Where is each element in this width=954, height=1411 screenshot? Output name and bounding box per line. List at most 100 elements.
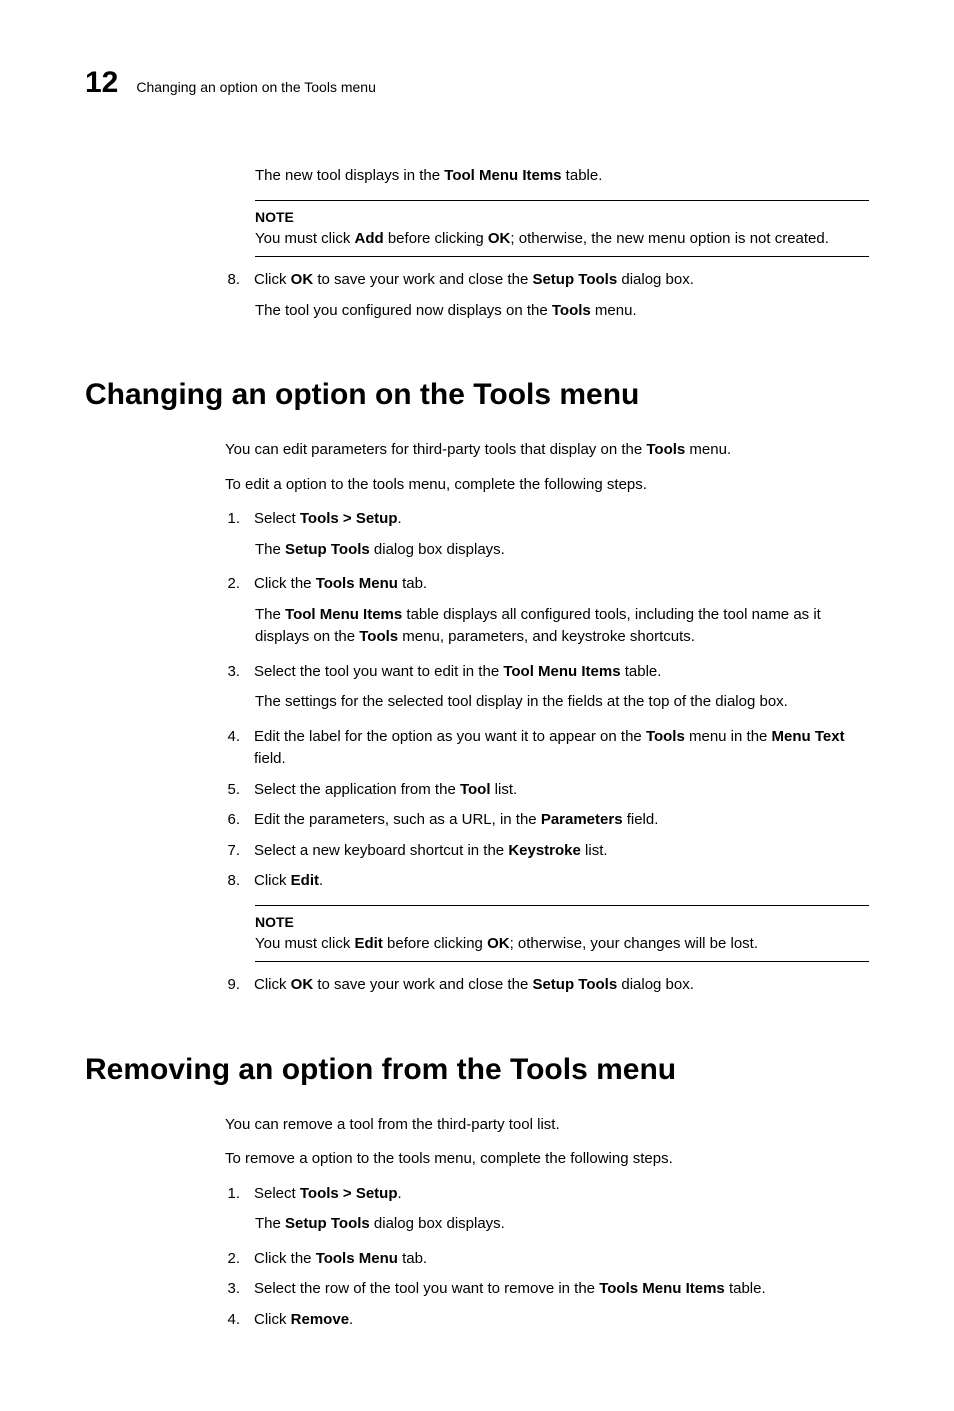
list-number: 9. [220, 974, 240, 997]
t: OK [487, 935, 510, 952]
list-item: 8. Click Edit. [220, 870, 869, 893]
sub-line: The settings for the selected tool displ… [255, 691, 869, 714]
list-number: 1. [220, 1183, 240, 1206]
list-content: Click Remove. [254, 1309, 869, 1332]
note-label: NOTE [255, 912, 869, 933]
t: Tool Menu Items [285, 606, 402, 623]
t: . [398, 510, 402, 527]
note-block: NOTE You must click Add before clicking … [255, 200, 869, 258]
t: Tools [552, 302, 591, 319]
sub-line: The Setup Tools dialog box displays. [255, 1213, 869, 1236]
t: Select [254, 510, 300, 527]
note-block: NOTE You must click Edit before clicking… [255, 905, 869, 963]
t: . [319, 872, 323, 889]
para: To remove a option to the tools menu, co… [225, 1148, 869, 1171]
list-number: 8. [220, 269, 240, 292]
t: Tools Menu Items [599, 1280, 725, 1297]
t: The [255, 606, 285, 623]
t: Keystroke [508, 842, 581, 859]
t: Setup Tools [532, 976, 617, 993]
t: Click [254, 976, 291, 993]
list-item: 3. Select the tool you want to edit in t… [220, 661, 869, 684]
list-item: 2. Click the Tools Menu tab. [220, 1248, 869, 1271]
t: menu, parameters, and keystroke shortcut… [398, 628, 695, 645]
list-number: 7. [220, 840, 240, 863]
t: Click [254, 271, 291, 288]
t: OK [291, 976, 314, 993]
t: Tool Menu Items [503, 663, 620, 680]
page-number: 12 [85, 60, 118, 105]
t: list. [581, 842, 608, 859]
list-content: Click Edit. [254, 870, 869, 893]
t: Setup Tools [532, 271, 617, 288]
list-content: Select a new keyboard shortcut in the Ke… [254, 840, 869, 863]
t: . [349, 1311, 353, 1328]
t: table. [621, 663, 662, 680]
t: to save your work and close the [313, 271, 532, 288]
list-item: 5. Select the application from the Tool … [220, 779, 869, 802]
list-item: 4. Edit the label for the option as you … [220, 726, 869, 771]
para: You can edit parameters for third-party … [225, 439, 869, 462]
t: Setup Tools [285, 541, 370, 558]
list-content: Select Tools > Setup. [254, 508, 869, 531]
list-number: 3. [220, 1278, 240, 1301]
t: ; otherwise, your changes will be lost. [510, 935, 758, 952]
t: menu in the [685, 728, 772, 745]
t: OK [291, 271, 314, 288]
note-label: NOTE [255, 207, 869, 228]
list-content: Click OK to save your work and close the… [254, 269, 869, 292]
t: The [255, 1215, 285, 1232]
list-item: 9. Click OK to save your work and close … [220, 974, 869, 997]
t: before clicking [383, 935, 487, 952]
list-content: Select the application from the Tool lis… [254, 779, 869, 802]
t: Select the row of the tool you want to r… [254, 1280, 599, 1297]
t: Tool [460, 781, 491, 798]
t: field. [623, 811, 659, 828]
list-content: Select Tools > Setup. [254, 1183, 869, 1206]
section-heading: Removing an option from the Tools menu [85, 1047, 869, 1092]
list-content: Select the row of the tool you want to r… [254, 1278, 869, 1301]
running-title: Changing an option on the Tools menu [136, 77, 375, 98]
list-item: 4. Click Remove. [220, 1309, 869, 1332]
list-item: 2. Click the Tools Menu tab. [220, 573, 869, 596]
list-content: Edit the label for the option as you wan… [254, 726, 869, 771]
t: OK [488, 230, 511, 247]
t: list. [491, 781, 518, 798]
para: To edit a option to the tools menu, comp… [225, 474, 869, 497]
sub-line: The tool you configured now displays on … [255, 300, 869, 323]
t: dialog box. [617, 976, 694, 993]
list-number: 5. [220, 779, 240, 802]
t: to save your work and close the [313, 976, 532, 993]
t: Tools [646, 441, 685, 458]
list-item: 3. Select the row of the tool you want t… [220, 1278, 869, 1301]
t: Tools [646, 728, 685, 745]
list-number: 4. [220, 1309, 240, 1332]
t: Edit [291, 872, 319, 889]
t: Tool Menu Items [444, 167, 561, 184]
t: . [398, 1185, 402, 1202]
t: Tools > Setup [300, 1185, 398, 1202]
para: You can remove a tool from the third-par… [225, 1114, 869, 1137]
list-item: 7. Select a new keyboard shortcut in the… [220, 840, 869, 863]
t: The [255, 541, 285, 558]
t: table. [725, 1280, 766, 1297]
t: Parameters [541, 811, 623, 828]
t: dialog box. [617, 271, 694, 288]
t: Edit the parameters, such as a URL, in t… [254, 811, 541, 828]
t: Click the [254, 1250, 316, 1267]
list-number: 6. [220, 809, 240, 832]
list-number: 8. [220, 870, 240, 893]
t: before clicking [384, 230, 488, 247]
t: Tools Menu [316, 1250, 398, 1267]
sub-line: The Setup Tools dialog box displays. [255, 539, 869, 562]
intro-line: The new tool displays in the Tool Menu I… [255, 165, 869, 188]
t: Click [254, 1311, 291, 1328]
list-item: 6. Edit the parameters, such as a URL, i… [220, 809, 869, 832]
t: You must click [255, 935, 355, 952]
list-number: 1. [220, 508, 240, 531]
t: Tools [359, 628, 398, 645]
t: table. [562, 167, 603, 184]
t: Select the application from the [254, 781, 460, 798]
t: You must click [255, 230, 355, 247]
list-content: Edit the parameters, such as a URL, in t… [254, 809, 869, 832]
